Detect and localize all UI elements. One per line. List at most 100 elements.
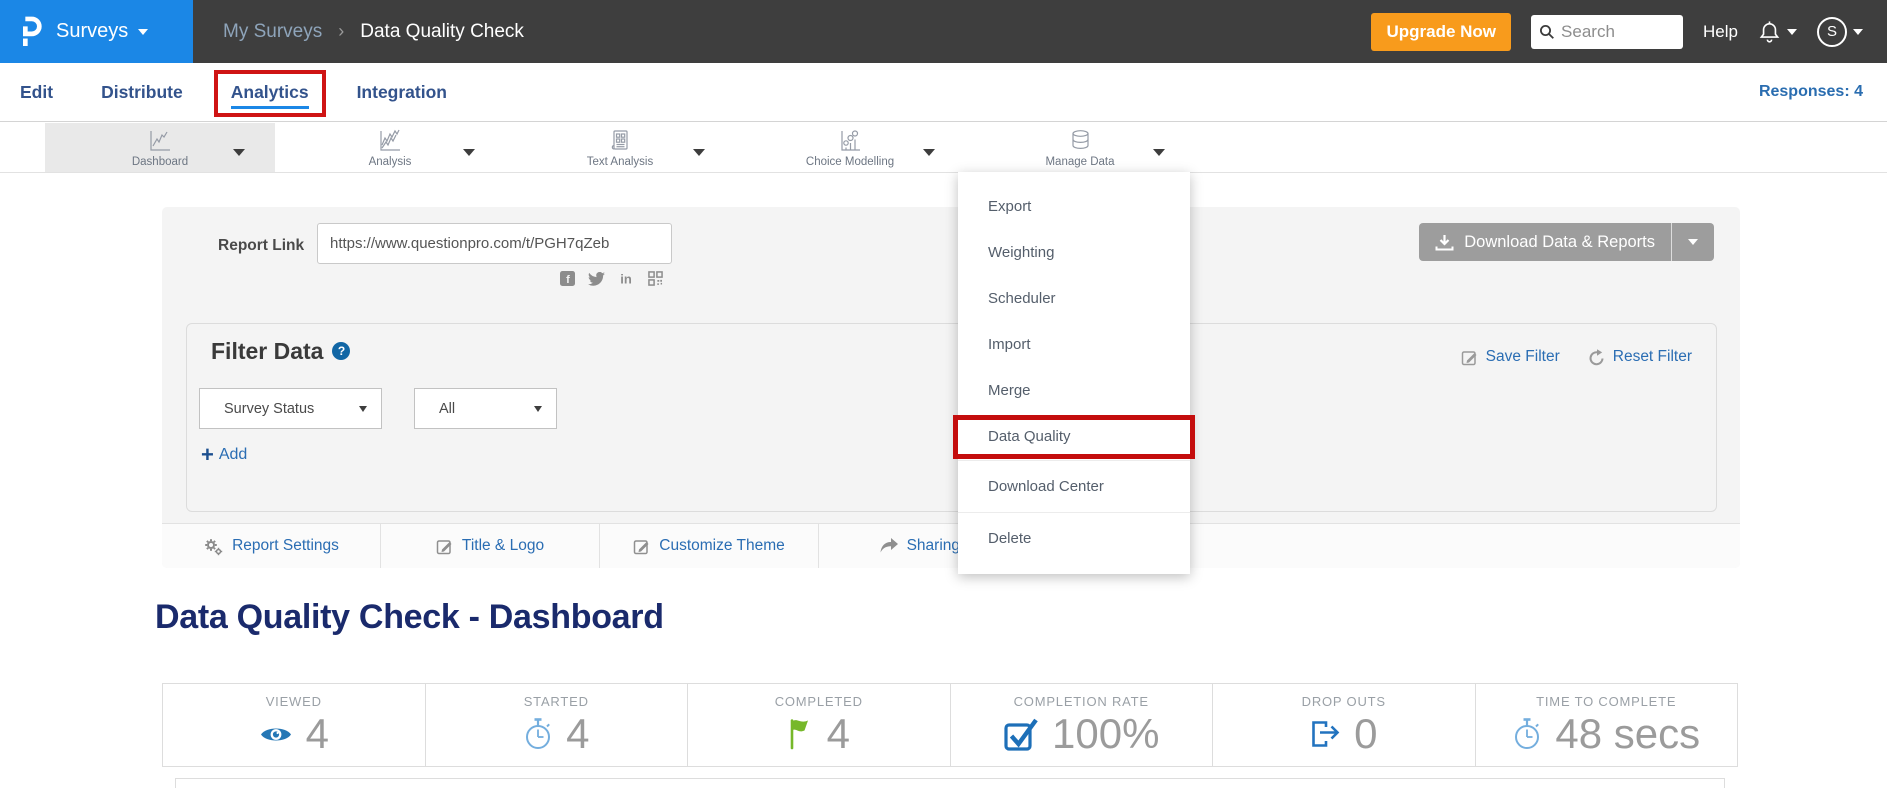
toolbar-item-label: Choice Modelling bbox=[806, 156, 894, 168]
tab-edit[interactable]: Edit bbox=[20, 82, 53, 103]
chevron-down-icon[interactable] bbox=[693, 143, 705, 161]
gear-icon bbox=[203, 537, 223, 556]
eye-icon bbox=[259, 724, 293, 745]
svg-text:f: f bbox=[566, 274, 570, 286]
menu-item-weighting[interactable]: Weighting bbox=[958, 230, 1190, 276]
toolbar-item-label: Manage Data bbox=[1045, 156, 1114, 168]
menu-item-scheduler[interactable]: Scheduler bbox=[958, 276, 1190, 322]
stat-label: VIEWED bbox=[266, 694, 322, 709]
filter-value-value: All bbox=[439, 401, 455, 417]
breadcrumb-my-surveys[interactable]: My Surveys bbox=[223, 21, 322, 43]
filter-value-dropdown[interactable]: All bbox=[414, 388, 557, 429]
tab-analytics[interactable]: Analytics bbox=[231, 82, 309, 103]
filter-actions: Save Filter Reset Filter bbox=[1461, 348, 1692, 366]
menu-item-download-center[interactable]: Download Center bbox=[958, 460, 1190, 512]
qr-code-icon[interactable] bbox=[648, 271, 663, 286]
bubble-chart-icon bbox=[837, 128, 863, 154]
menu-item-import[interactable]: Import bbox=[958, 322, 1190, 368]
tab-integration[interactable]: Integration bbox=[357, 82, 447, 103]
responses-count: Responses: 4 bbox=[1759, 83, 1887, 101]
reset-undo-icon bbox=[1588, 349, 1605, 366]
share-arrow-icon bbox=[880, 538, 898, 554]
chevron-down-icon bbox=[1853, 29, 1863, 35]
toolbar-item-manage-data[interactable]: Manage Data bbox=[965, 123, 1195, 172]
menu-item-export[interactable]: Export bbox=[958, 184, 1190, 230]
plus-icon: + bbox=[201, 446, 214, 464]
stat-time-to-complete: TIME TO COMPLETE 48 secs bbox=[1476, 684, 1738, 766]
toolbar-item-label: Dashboard bbox=[132, 156, 188, 168]
database-icon bbox=[1067, 128, 1094, 154]
linkedin-icon[interactable]: in bbox=[618, 271, 635, 286]
menu-item-data-quality[interactable]: Data Quality bbox=[958, 414, 1190, 460]
toolbar-item-choice-modelling[interactable]: Choice Modelling bbox=[735, 123, 965, 172]
twitter-icon[interactable] bbox=[588, 272, 605, 286]
breadcrumb: My Surveys › Data Quality Check bbox=[223, 21, 524, 43]
toolbar-item-dashboard[interactable]: Dashboard bbox=[45, 123, 275, 172]
customize-theme-button[interactable]: Customize Theme bbox=[600, 524, 819, 568]
next-section-edge bbox=[175, 778, 1725, 788]
stat-value: 0 bbox=[1354, 712, 1377, 756]
text-document-icon bbox=[607, 128, 633, 154]
download-button-main: Download Data & Reports bbox=[1419, 233, 1671, 252]
analytics-toolbar: Dashboard Analysis Text Analysis bbox=[0, 123, 1887, 173]
chevron-down-icon[interactable] bbox=[1153, 143, 1165, 161]
chevron-down-icon[interactable] bbox=[233, 143, 245, 161]
surveys-product-menu[interactable]: Surveys bbox=[0, 0, 193, 63]
title-logo-button[interactable]: Title & Logo bbox=[381, 524, 600, 568]
stat-value: 48 secs bbox=[1555, 712, 1700, 756]
report-panel: Report Link f in Download Data & Reports bbox=[162, 207, 1740, 568]
survey-stats-bar: VIEWED 4 STARTED 4 COMPLETED 4 COMPLETIO… bbox=[162, 683, 1738, 767]
help-badge-icon[interactable]: ? bbox=[332, 342, 350, 360]
notifications-menu[interactable] bbox=[1758, 19, 1797, 45]
search-icon bbox=[1539, 24, 1555, 40]
stat-label: TIME TO COMPLETE bbox=[1536, 694, 1676, 709]
chevron-down-icon[interactable] bbox=[923, 143, 935, 161]
edit-pencil-icon bbox=[633, 538, 650, 555]
stat-value: 4 bbox=[827, 712, 850, 756]
multi-line-chart-icon bbox=[377, 128, 403, 154]
add-filter-button[interactable]: + Add bbox=[201, 446, 247, 464]
stat-value: 4 bbox=[566, 712, 589, 756]
save-filter-button[interactable]: Save Filter bbox=[1461, 348, 1560, 366]
toolbar-item-analysis[interactable]: Analysis bbox=[275, 123, 505, 172]
download-options-caret[interactable] bbox=[1672, 239, 1714, 245]
share-icons-row: f in bbox=[560, 271, 663, 286]
tab-distribute[interactable]: Distribute bbox=[101, 82, 183, 103]
stopwatch-icon bbox=[1512, 717, 1542, 751]
breadcrumb-separator: › bbox=[338, 21, 344, 42]
download-data-reports-button[interactable]: Download Data & Reports bbox=[1419, 223, 1714, 261]
filter-data-title: Filter Data? bbox=[211, 338, 350, 365]
report-link-label: Report Link bbox=[218, 237, 304, 255]
chevron-down-icon bbox=[359, 406, 367, 412]
breadcrumb-current-survey: Data Quality Check bbox=[360, 21, 524, 43]
filter-field-dropdown[interactable]: Survey Status bbox=[199, 388, 382, 429]
tab-analytics-label: Analytics bbox=[231, 82, 309, 102]
account-menu[interactable]: S bbox=[1817, 17, 1863, 47]
flag-icon bbox=[788, 717, 814, 751]
manage-data-dropdown-menu: Export Weighting Scheduler Import Merge … bbox=[958, 172, 1190, 574]
survey-tab-bar: Edit Distribute Analytics Integration Re… bbox=[0, 63, 1887, 122]
search-input[interactable] bbox=[1561, 22, 1671, 42]
help-link[interactable]: Help bbox=[1703, 22, 1738, 42]
report-settings-button[interactable]: Report Settings bbox=[162, 524, 381, 568]
stat-drop-outs: DROP OUTS 0 bbox=[1213, 684, 1476, 766]
upgrade-now-button[interactable]: Upgrade Now bbox=[1371, 13, 1511, 51]
report-link-input[interactable] bbox=[317, 223, 672, 264]
chevron-down-icon bbox=[1787, 29, 1797, 35]
menu-item-delete[interactable]: Delete bbox=[958, 512, 1190, 564]
facebook-icon[interactable]: f bbox=[560, 271, 575, 286]
menu-item-merge[interactable]: Merge bbox=[958, 368, 1190, 414]
download-button-label: Download Data & Reports bbox=[1464, 233, 1655, 252]
chevron-down-icon[interactable] bbox=[463, 143, 475, 161]
chevron-down-icon bbox=[138, 29, 148, 35]
filter-field-value: Survey Status bbox=[224, 401, 314, 417]
reset-filter-button[interactable]: Reset Filter bbox=[1588, 348, 1692, 366]
stat-label: COMPLETION RATE bbox=[1014, 694, 1149, 709]
avatar: S bbox=[1817, 17, 1847, 47]
search-box[interactable] bbox=[1531, 15, 1683, 49]
stat-completion-rate: COMPLETION RATE 100% bbox=[951, 684, 1214, 766]
stat-label: COMPLETED bbox=[775, 694, 863, 709]
page-title: Data Quality Check - Dashboard bbox=[155, 598, 664, 637]
toolbar-item-text-analysis[interactable]: Text Analysis bbox=[505, 123, 735, 172]
svg-text:in: in bbox=[620, 272, 632, 287]
